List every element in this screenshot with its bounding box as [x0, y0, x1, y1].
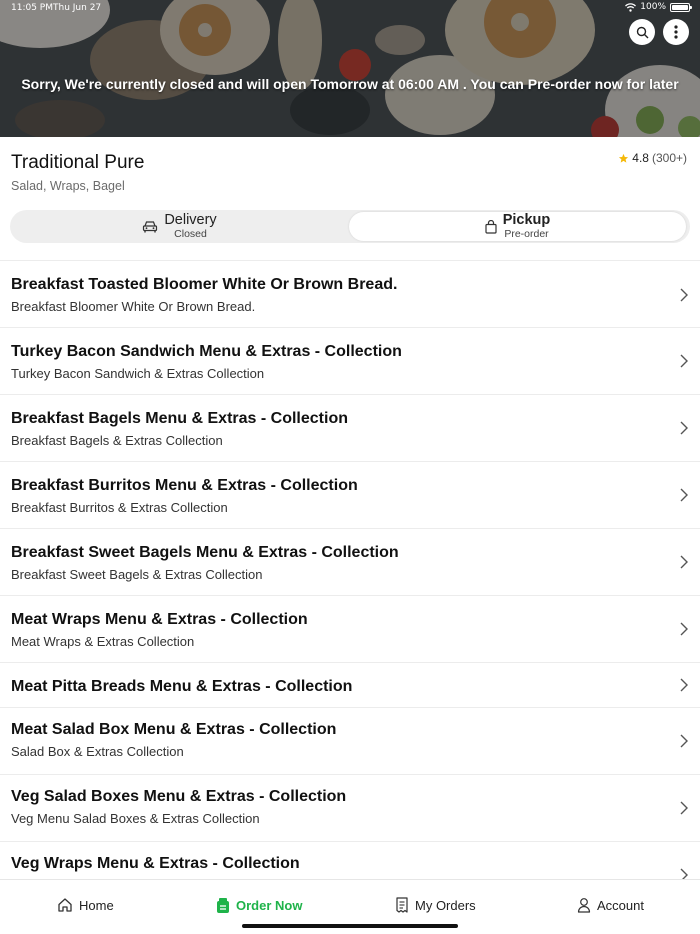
- menu-category-item[interactable]: Veg Wraps Menu & Extras - Collection: [0, 841, 700, 882]
- delivery-option[interactable]: Delivery Closed: [10, 210, 349, 243]
- menu-category-subtitle: Turkey Bacon Sandwich & Extras Collectio…: [11, 366, 265, 381]
- menu-category-subtitle: Breakfast Sweet Bagels & Extras Collecti…: [11, 567, 263, 582]
- menu-category-subtitle: Breakfast Bagels & Extras Collection: [11, 433, 223, 448]
- menu-category-title: Meat Wraps Menu & Extras - Collection: [11, 611, 308, 628]
- chevron-right-icon: [680, 421, 688, 435]
- nav-my-orders-label: My Orders: [415, 897, 476, 913]
- home-indicator[interactable]: [242, 924, 458, 928]
- menu-category-subtitle: Veg Menu Salad Boxes & Extras Collection: [11, 811, 260, 826]
- menu-category-item[interactable]: Breakfast Sweet Bagels Menu & Extras - C…: [0, 528, 700, 595]
- wifi-icon: [625, 2, 637, 12]
- car-icon: [143, 221, 158, 233]
- menu-category-subtitle: Salad Box & Extras Collection: [11, 744, 184, 759]
- chevron-right-icon: [680, 678, 688, 692]
- rating-count: (300+): [651, 151, 687, 165]
- receipt-icon: [396, 897, 408, 913]
- menu-category-title: Breakfast Toasted Bloomer White Or Brown…: [11, 276, 398, 293]
- pickup-status: Pre-order: [504, 227, 549, 240]
- menu-category-title: Meat Pitta Breads Menu & Extras - Collec…: [11, 678, 353, 695]
- search-icon: [636, 26, 648, 38]
- chevron-right-icon: [680, 288, 688, 302]
- store-name: Traditional Pure: [11, 152, 145, 173]
- menu-category-subtitle: Breakfast Bloomer White Or Brown Bread.: [11, 299, 256, 314]
- menu-category-title: Turkey Bacon Sandwich Menu & Extras - Co…: [11, 343, 402, 360]
- menu-category-title: Breakfast Bagels Menu & Extras - Collect…: [11, 410, 348, 427]
- order-bag-icon: [217, 898, 229, 913]
- user-icon: [577, 898, 591, 913]
- menu-category-subtitle: Breakfast Burritos & Extras Collection: [11, 500, 228, 515]
- menu-category-item[interactable]: Breakfast Burritos Menu & Extras - Colle…: [0, 461, 700, 528]
- menu-category-title: Meat Salad Box Menu & Extras - Collectio…: [11, 721, 337, 738]
- chevron-right-icon: [680, 801, 688, 815]
- nav-account[interactable]: Account: [577, 897, 644, 913]
- status-time: 11:05 PM: [11, 3, 53, 13]
- menu-category-item[interactable]: Meat Pitta Breads Menu & Extras - Collec…: [0, 662, 700, 707]
- shopping-bag-icon: [485, 219, 497, 234]
- delivery-status: Closed: [174, 227, 207, 240]
- hero-overlay: [0, 0, 700, 137]
- nav-my-orders[interactable]: My Orders: [395, 897, 476, 913]
- closed-notice: Sorry, We're currently closed and will o…: [21, 76, 679, 92]
- pickup-text: Pickup Pre-order: [502, 211, 551, 240]
- menu-category-title: Breakfast Burritos Menu & Extras - Colle…: [11, 477, 358, 494]
- menu-category-title: Veg Salad Boxes Menu & Extras - Collecti…: [11, 788, 347, 805]
- chevron-right-icon: [680, 622, 688, 636]
- battery-icon: [670, 2, 692, 12]
- delivery-text: Delivery Closed: [164, 211, 217, 240]
- status-right: 100%: [625, 2, 692, 12]
- nav-order-now[interactable]: Order Now: [216, 897, 302, 914]
- more-vertical-icon: [674, 25, 678, 39]
- search-button[interactable]: [629, 19, 655, 45]
- store-cuisine-tags: Salad, Wraps, Bagel: [11, 179, 125, 193]
- menu-category-item[interactable]: Meat Wraps Menu & Extras - Collection Me…: [0, 595, 700, 662]
- menu-category-item[interactable]: Meat Salad Box Menu & Extras - Collectio…: [0, 707, 700, 774]
- battery-percent: 100%: [640, 2, 666, 12]
- pickup-label: Pickup: [502, 211, 551, 228]
- star-icon: [619, 153, 629, 163]
- pickup-option[interactable]: Pickup Pre-order: [349, 212, 686, 241]
- menu-category-item[interactable]: Breakfast Toasted Bloomer White Or Brown…: [0, 260, 700, 327]
- rating-value: 4.8: [632, 151, 649, 165]
- status-date: Thu Jun 27: [53, 3, 102, 13]
- order-mode-toggle: Delivery Closed Pickup Pre-order: [10, 210, 690, 243]
- menu-category-item[interactable]: Breakfast Bagels Menu & Extras - Collect…: [0, 394, 700, 461]
- nav-home-label: Home: [79, 897, 114, 913]
- chevron-right-icon: [680, 734, 688, 748]
- chevron-right-icon: [680, 354, 688, 368]
- menu-category-title: Breakfast Sweet Bagels Menu & Extras - C…: [11, 544, 399, 561]
- menu-category-title: Veg Wraps Menu & Extras - Collection: [11, 855, 300, 872]
- menu-category-item[interactable]: Turkey Bacon Sandwich Menu & Extras - Co…: [0, 327, 700, 394]
- delivery-label: Delivery: [164, 211, 217, 228]
- chevron-right-icon: [680, 555, 688, 569]
- nav-home[interactable]: Home: [57, 897, 114, 913]
- menu-category-item[interactable]: Veg Salad Boxes Menu & Extras - Collecti…: [0, 774, 700, 841]
- store-rating[interactable]: 4.8 (300+): [618, 151, 687, 165]
- chevron-right-icon: [680, 488, 688, 502]
- status-bar: 11:05 PM Thu Jun 27 100%: [0, 0, 700, 18]
- home-icon: [58, 898, 72, 912]
- more-options-button[interactable]: [663, 19, 689, 45]
- store-hero-banner: 11:05 PM Thu Jun 27 100% Sorry, We're cu…: [0, 0, 700, 137]
- nav-account-label: Account: [597, 897, 644, 913]
- menu-category-subtitle: Meat Wraps & Extras Collection: [11, 634, 195, 649]
- nav-order-now-label: Order Now: [236, 898, 303, 913]
